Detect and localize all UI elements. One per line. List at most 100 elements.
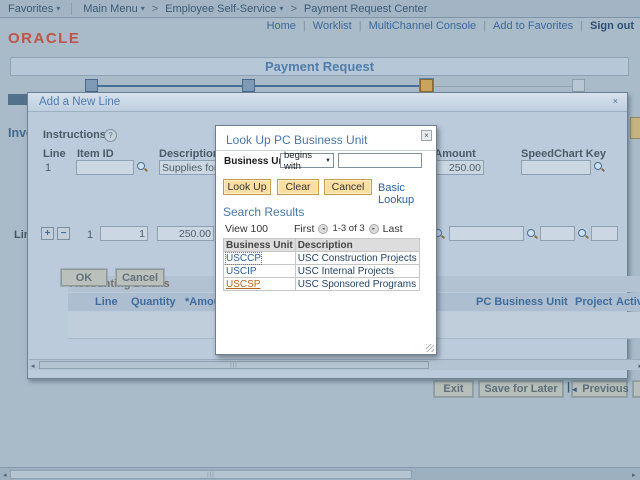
line-number-value: 1	[45, 162, 51, 174]
ok-button[interactable]: OK	[61, 269, 107, 286]
add-row-button[interactable]: +	[41, 227, 54, 240]
link-separator-icon: |	[483, 20, 486, 32]
result-link-uscsp[interactable]: USCSP	[226, 279, 260, 290]
close-icon[interactable]: ×	[421, 130, 432, 141]
instructions-label: Instructions	[43, 129, 106, 141]
basic-lookup-link[interactable]: Basic Lookup	[378, 182, 436, 206]
page-title: Payment Request	[10, 57, 629, 76]
lookup-cancel-button[interactable]: Cancel	[324, 179, 372, 195]
table-row: USCSP USC Sponsored Programs	[224, 278, 420, 291]
train-step-2[interactable]	[242, 79, 255, 92]
line-label: Line	[43, 148, 66, 160]
lookup-dialog-title: Look Up PC Business Unit	[226, 133, 367, 147]
operator-select[interactable]: begins with ▼	[280, 153, 334, 168]
breadcrumb-employee-self-service[interactable]: Employee Self-Service ▾	[165, 3, 283, 15]
search-results-heading: Search Results	[223, 205, 304, 219]
page-range: 1-3 of 3	[332, 223, 364, 234]
item-id-lookup-icon[interactable]	[137, 162, 149, 174]
save-for-later-button[interactable]: Save for Later	[479, 381, 563, 397]
line-label-fragment: Line	[14, 229, 27, 241]
result-description: USC Construction Projects	[295, 252, 419, 265]
result-link-usccp[interactable]: USCCP	[226, 253, 261, 264]
column-pc-business-unit: PC Business Unit	[476, 296, 568, 308]
breadcrumb-separator-icon: >	[290, 3, 296, 15]
scroll-left-icon[interactable]: ◂	[3, 471, 7, 480]
background-button-fragment	[630, 117, 640, 139]
train-step-3-active[interactable]	[420, 79, 433, 92]
train-line-done	[88, 85, 428, 87]
multichannel-console-link[interactable]: MultiChannel Console	[369, 20, 477, 32]
worklist-link[interactable]: Worklist	[313, 20, 352, 32]
dialog-hscroll-thumb[interactable]: |||	[39, 361, 429, 369]
invoice-section-fragment: Invoice	[8, 126, 27, 140]
breadcrumb: Favorites ▾ Main Menu ▾ > Employee Self-…	[0, 0, 640, 18]
speedchart-lookup-icon[interactable]	[594, 162, 606, 174]
breadcrumb-separator-icon: >	[152, 3, 158, 15]
project-lookup-icon[interactable]	[578, 229, 590, 241]
amount-input[interactable]	[157, 226, 214, 241]
link-separator-icon: |	[303, 20, 306, 32]
result-description: USC Internal Projects	[295, 265, 419, 278]
resize-handle[interactable]	[426, 344, 434, 352]
header-description: Description	[295, 239, 419, 252]
sign-out-link[interactable]: Sign out	[590, 20, 634, 32]
add-new-line-dialog-title: Add a New Line	[28, 93, 627, 112]
scrollbar-grip-icon: |||	[207, 472, 215, 478]
title-divider	[216, 150, 436, 151]
header-links: Home | Worklist | MultiChannel Console |…	[267, 20, 634, 32]
result-link-uscip[interactable]: USCIP	[226, 266, 257, 277]
quantity-input[interactable]	[100, 226, 148, 241]
scroll-right-icon[interactable]: ▸	[632, 471, 636, 480]
first-link[interactable]: First	[294, 223, 314, 235]
favorites-menu[interactable]: Favorites ▾	[8, 3, 60, 15]
column-activity: Activity	[616, 296, 640, 308]
main-menu[interactable]: Main Menu ▾	[83, 3, 144, 15]
dialog-horizontal-scrollbar[interactable]: ◂ ||| ▸	[29, 359, 640, 370]
activity-input[interactable]	[591, 226, 618, 241]
page-scroll-thumb[interactable]: |||	[10, 470, 412, 479]
page-forward-icon[interactable]: ▸	[369, 224, 379, 234]
page-back-icon[interactable]: ◂	[318, 224, 328, 234]
chevron-down-icon: ▾	[141, 4, 145, 13]
pc-business-unit-input[interactable]	[449, 226, 524, 241]
description-label: Description	[159, 148, 220, 160]
business-unit-search-input[interactable]	[338, 153, 422, 168]
select-caret-icon: ▼	[325, 158, 331, 164]
breadcrumb-divider	[71, 3, 72, 15]
train-step-1[interactable]	[85, 79, 98, 92]
pc-business-unit-lookup-icon[interactable]	[527, 229, 539, 241]
lookup-dialog: Look Up PC Business Unit × Business Unit…	[215, 125, 437, 355]
project-input[interactable]	[540, 226, 575, 241]
exit-button[interactable]: Exit	[434, 381, 473, 397]
results-pagination: View 100 First ◂ 1-3 of 3 ▸ Last	[225, 222, 429, 235]
previous-button[interactable]: ◄ Previous	[572, 381, 627, 397]
add-to-favorites-link[interactable]: Add to Favorites	[493, 20, 573, 32]
page-horizontal-scrollbar[interactable]: ◂ ||| ▸	[0, 467, 640, 480]
help-icon[interactable]: ?	[104, 129, 117, 142]
train-line-todo	[428, 86, 578, 87]
look-up-button[interactable]: Look Up	[223, 179, 271, 195]
speedchart-key-input[interactable]	[521, 160, 591, 175]
header-business-unit: Business Unit	[224, 239, 296, 252]
breadcrumb-payment-request-center[interactable]: Payment Request Center	[304, 3, 428, 15]
result-description: USC Sponsored Programs	[295, 278, 419, 291]
last-link[interactable]: Last	[383, 223, 403, 235]
remove-row-button[interactable]: −	[57, 227, 70, 240]
table-row: USCCP USC Construction Projects	[224, 252, 420, 265]
column-project: Project	[575, 296, 612, 308]
scroll-left-icon[interactable]: ◂	[31, 362, 35, 371]
view-100-link[interactable]: View 100	[225, 223, 268, 235]
train-step-4[interactable]	[572, 79, 585, 92]
screen: Favorites ▾ Main Menu ▾ > Employee Self-…	[0, 0, 640, 480]
chevron-down-icon: ▾	[279, 4, 283, 13]
clear-button[interactable]: Clear	[277, 179, 319, 195]
item-id-input[interactable]	[76, 160, 134, 175]
home-link[interactable]: Home	[267, 20, 296, 32]
next-button-partial[interactable]	[633, 381, 640, 397]
background-tab-fragment	[8, 94, 27, 105]
cancel-button[interactable]: Cancel	[116, 269, 164, 286]
close-icon[interactable]: ×	[613, 96, 618, 106]
search-results-table: Business Unit Description USCCP USC Cons…	[223, 238, 420, 291]
column-quantity: Quantity	[131, 296, 176, 308]
scrollbar-grip-icon: |||	[230, 362, 238, 368]
